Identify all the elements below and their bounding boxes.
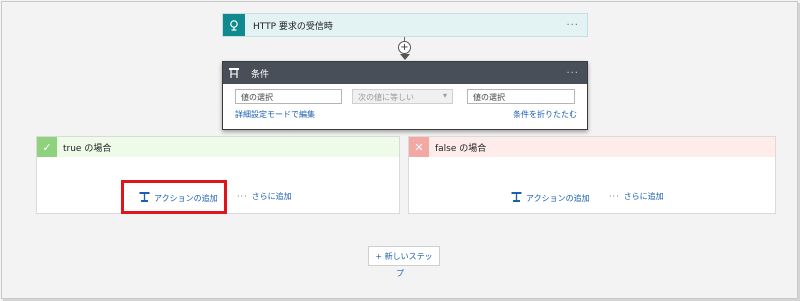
chevron-down-icon: ▾	[442, 91, 447, 100]
arrow-down-icon	[400, 54, 410, 60]
condition-header[interactable]: 条件 ···	[223, 62, 587, 84]
add-action-button[interactable]: アクションの追加	[511, 191, 590, 205]
http-request-icon	[223, 14, 245, 36]
more-dots-icon: ···	[237, 192, 248, 201]
false-branch: ✕ false の場合 アクションの追加 ··· さらに追加	[408, 136, 776, 214]
condition-title: 条件	[251, 69, 270, 80]
more-dots-icon: ···	[609, 192, 620, 201]
operator-select[interactable]: 次の値に等しい ▾	[352, 89, 453, 104]
trigger-menu-button[interactable]: ···	[566, 20, 579, 31]
true-branch-header[interactable]: ✓ true の場合	[37, 137, 399, 157]
false-branch-header[interactable]: ✕ false の場合	[409, 137, 775, 157]
new-step-label-wrap: プ	[396, 269, 404, 278]
add-action-button[interactable]: アクションの追加	[139, 191, 218, 205]
trigger-title: HTTP 要求の受信時	[253, 21, 333, 32]
true-branch-title: true の場合	[63, 143, 112, 154]
right-value-field[interactable]: 値の選択	[467, 89, 575, 104]
collapse-condition-link[interactable]: 条件を折りたたむ	[513, 109, 577, 120]
close-icon: ✕	[409, 137, 429, 157]
insert-step-button[interactable]: +	[398, 41, 411, 54]
checkmark-icon: ✓	[37, 137, 57, 157]
more-add-button[interactable]: ··· さらに追加	[237, 191, 292, 202]
add-action-label: アクションの追加	[526, 193, 590, 203]
advanced-mode-link[interactable]: 詳細設定モードで編集	[235, 109, 315, 120]
trigger-card[interactable]: HTTP 要求の受信時 ···	[222, 13, 588, 37]
add-action-icon	[511, 191, 522, 205]
true-branch: ✓ true の場合 アクションの追加 ··· さらに追加	[36, 136, 400, 214]
condition-icon	[223, 62, 245, 84]
false-branch-title: false の場合	[435, 143, 487, 154]
more-add-label: さらに追加	[623, 192, 664, 201]
more-add-button[interactable]: ··· さらに追加	[609, 191, 664, 202]
condition-menu-button[interactable]: ···	[566, 68, 579, 79]
add-action-label: アクションの追加	[154, 193, 218, 203]
condition-card[interactable]: 条件 ··· 値の選択 次の値に等しい ▾ 値の選択 詳細設定モードで編集 条件…	[222, 61, 588, 130]
operator-value: 次の値に等しい	[358, 93, 414, 102]
new-step-button[interactable]: + 新しいステッ	[368, 246, 440, 266]
add-action-icon	[139, 191, 150, 205]
more-add-label: さらに追加	[251, 192, 292, 201]
left-value-field[interactable]: 値の選択	[235, 89, 342, 104]
